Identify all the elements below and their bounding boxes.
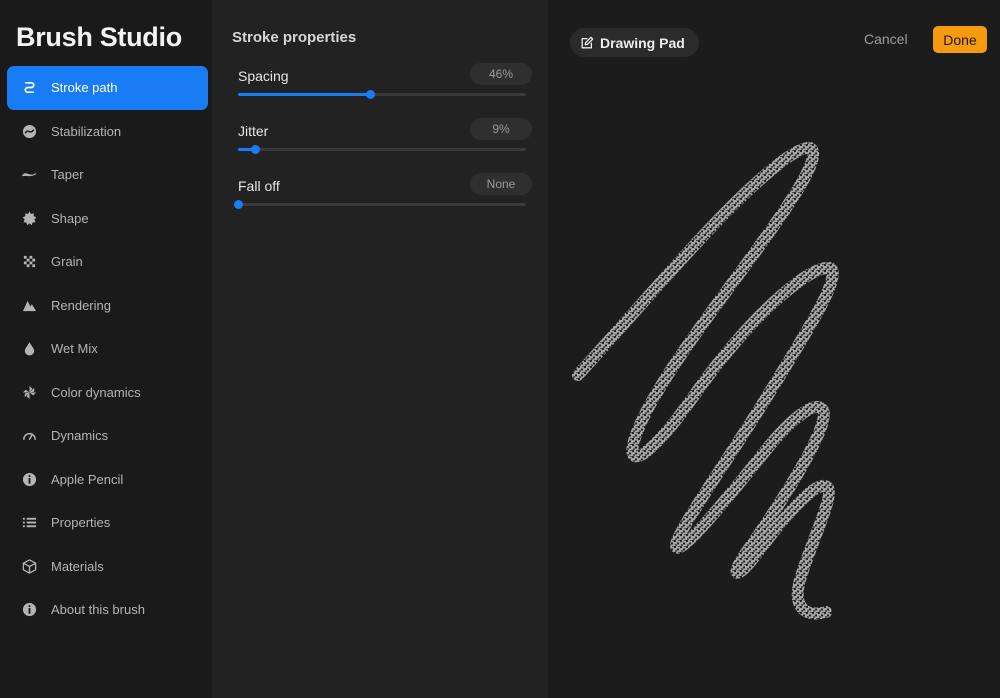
about-icon bbox=[7, 602, 51, 617]
drawing-pad-label: Drawing Pad bbox=[600, 34, 685, 51]
fall-off-label: Fall off bbox=[238, 178, 280, 194]
app-title: Brush Studio bbox=[16, 22, 182, 52]
spacing-label: Spacing bbox=[238, 68, 289, 84]
properties-icon bbox=[7, 515, 51, 530]
cancel-button[interactable]: Cancel bbox=[864, 31, 908, 47]
sidebar-item-label: Apple Pencil bbox=[51, 471, 124, 487]
drawing-pad-button[interactable]: Drawing Pad bbox=[570, 28, 699, 57]
sidebar-item-properties[interactable]: Properties bbox=[7, 501, 208, 545]
sidebar-item-label: Dynamics bbox=[51, 428, 109, 444]
jitter-property: Jitter 9% bbox=[238, 118, 532, 158]
apple-pencil-icon bbox=[7, 472, 51, 487]
drawing-pad[interactable]: Drawing Pad Cancel Done bbox=[548, 0, 1000, 698]
dynamics-icon bbox=[7, 428, 51, 443]
sidebar-item-stabilization[interactable]: Stabilization bbox=[7, 110, 208, 154]
sidebar-item-dynamics[interactable]: Dynamics bbox=[7, 414, 208, 458]
sidebar-item-taper[interactable]: Taper bbox=[7, 153, 208, 197]
sidebar-item-wet-mix[interactable]: Wet Mix bbox=[7, 327, 208, 371]
rendering-icon bbox=[7, 298, 51, 313]
color-dynamics-icon bbox=[7, 385, 51, 400]
jitter-label: Jitter bbox=[238, 123, 269, 139]
edit-icon bbox=[581, 36, 594, 48]
done-button[interactable]: Done bbox=[933, 26, 987, 53]
sidebar-item-label: Stroke path bbox=[51, 80, 118, 96]
materials-icon bbox=[7, 559, 51, 574]
sidebar-item-about-this-brush[interactable]: About this brush bbox=[7, 588, 208, 632]
sidebar-item-label: Stabilization bbox=[51, 123, 122, 139]
sidebar-item-stroke-path[interactable]: Stroke path bbox=[7, 66, 208, 110]
fall-off-value[interactable]: None bbox=[470, 173, 532, 195]
sidebar-item-label: Properties bbox=[51, 515, 111, 531]
spacing-slider[interactable] bbox=[238, 90, 526, 99]
sidebar-item-materials[interactable]: Materials bbox=[7, 545, 208, 589]
sidebar-item-label: Rendering bbox=[51, 297, 111, 313]
fall-off-property: Fall off None bbox=[234, 173, 532, 213]
wet-mix-icon bbox=[7, 341, 51, 356]
jitter-value[interactable]: 9% bbox=[470, 118, 532, 140]
sidebar-item-apple-pencil[interactable]: Apple Pencil bbox=[7, 458, 208, 502]
jitter-slider-knob[interactable] bbox=[251, 145, 260, 154]
stroke-properties-panel: Stroke properties Spacing 46% Jitter 9% … bbox=[212, 0, 548, 698]
panel-title: Stroke properties bbox=[232, 29, 357, 46]
sidebar-item-label: Color dynamics bbox=[51, 384, 141, 400]
fall-off-slider-knob[interactable] bbox=[234, 200, 243, 209]
grain-icon bbox=[7, 254, 51, 269]
stroke-path-icon bbox=[7, 80, 51, 95]
sidebar-item-label: About this brush bbox=[51, 602, 145, 618]
sidebar-item-label: Materials bbox=[51, 558, 104, 574]
sidebar-item-grain[interactable]: Grain bbox=[7, 240, 208, 284]
drawing-stroke bbox=[572, 141, 839, 620]
sidebar-item-rendering[interactable]: Rendering bbox=[7, 284, 208, 328]
spacing-property: Spacing 46% bbox=[238, 63, 532, 103]
spacing-slider-knob[interactable] bbox=[366, 90, 375, 99]
sidebar-item-label: Grain bbox=[51, 254, 83, 270]
jitter-slider[interactable] bbox=[238, 145, 526, 154]
sidebar-item-label: Wet Mix bbox=[51, 341, 98, 357]
stabilization-icon bbox=[7, 124, 51, 139]
sidebar-item-label: Shape bbox=[51, 210, 89, 226]
spacing-slider-fill bbox=[238, 93, 370, 96]
sidebar: Brush Studio Stroke path Stabilization T… bbox=[0, 0, 212, 698]
taper-icon bbox=[7, 167, 51, 182]
spacing-value[interactable]: 46% bbox=[470, 63, 532, 85]
fall-off-slider[interactable] bbox=[234, 200, 526, 209]
shape-icon bbox=[7, 211, 51, 226]
sidebar-item-shape[interactable]: Shape bbox=[7, 197, 208, 241]
sidebar-item-label: Taper bbox=[51, 167, 84, 183]
sidebar-nav: Stroke path Stabilization Taper Shape Gr… bbox=[7, 66, 208, 632]
sidebar-item-color-dynamics[interactable]: Color dynamics bbox=[7, 371, 208, 415]
